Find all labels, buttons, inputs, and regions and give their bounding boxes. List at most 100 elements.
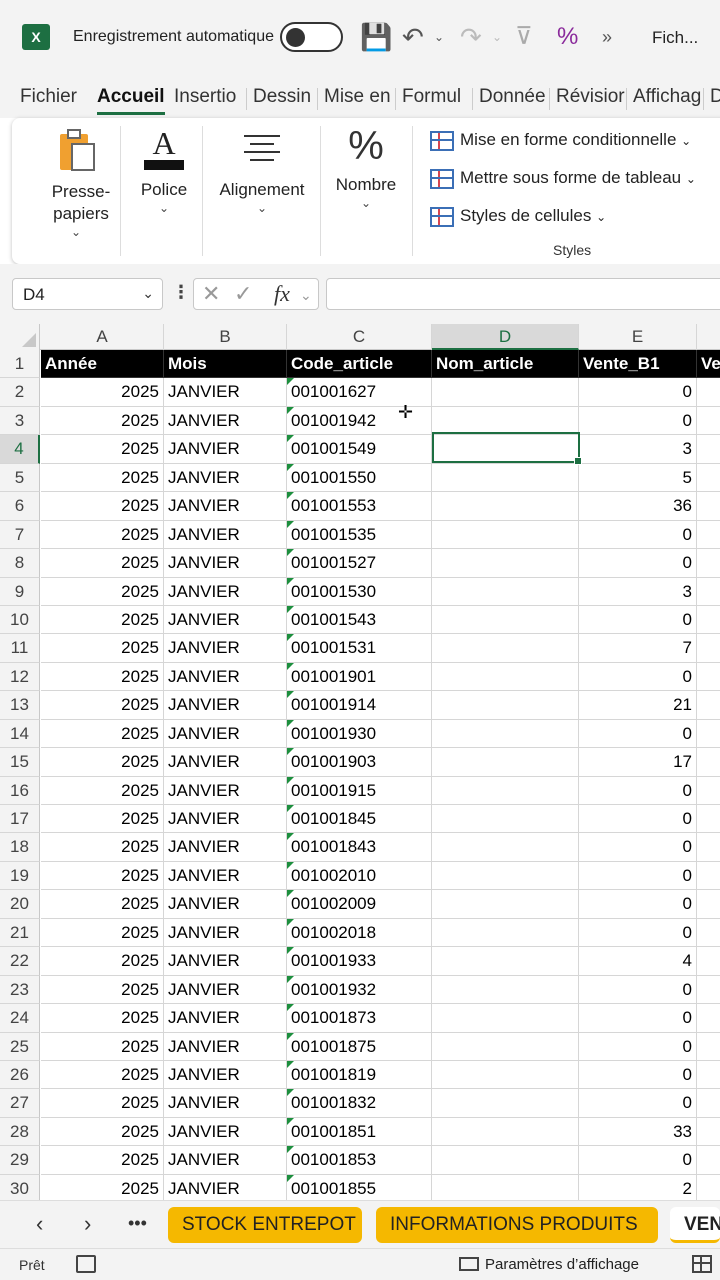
cell-annee[interactable]: 2025 xyxy=(41,577,164,606)
cell-code-article[interactable]: 001001550 xyxy=(287,463,432,493)
chevron-down-icon[interactable]: ⌄ xyxy=(142,285,154,302)
cell-code-article[interactable]: 001001530 xyxy=(287,577,432,606)
cell-next[interactable] xyxy=(697,805,720,834)
cell-nom-article[interactable] xyxy=(432,861,579,891)
cell-mois[interactable]: JANVIER xyxy=(164,1146,287,1175)
cell-annee[interactable]: 2025 xyxy=(41,833,164,862)
enter-icon[interactable]: ✓ xyxy=(234,281,252,307)
tab-mise-en-page[interactable]: Mise en xyxy=(324,86,391,108)
cell-next[interactable] xyxy=(697,578,720,606)
cell-code-article[interactable]: 001001915 xyxy=(287,776,432,806)
cell-vente-b1[interactable]: 0 xyxy=(579,1032,697,1061)
cell-annee[interactable]: 2025 xyxy=(41,776,164,806)
name-box[interactable]: D4 ⌄ xyxy=(12,278,163,310)
cell-nom-article[interactable] xyxy=(432,947,579,976)
cell-nom-article[interactable] xyxy=(432,378,579,407)
cell-vente-b1[interactable]: 0 xyxy=(579,1004,697,1033)
cell-vente-b1[interactable]: 0 xyxy=(579,605,697,635)
row-header[interactable]: 7 xyxy=(0,520,40,550)
cell-nom-article[interactable] xyxy=(432,520,579,550)
insert-function-icon[interactable]: fx xyxy=(274,281,290,307)
worksheet-grid[interactable]: A B C D E 1 Année Mois Code_article Nom_arti… xyxy=(0,324,720,1204)
row-header[interactable]: 25 xyxy=(0,1032,40,1061)
row-header[interactable]: 2 xyxy=(0,378,40,407)
cell-next[interactable] xyxy=(697,1175,720,1204)
cell-mois[interactable]: JANVIER xyxy=(164,833,287,862)
cell-vente-b1[interactable]: 0 xyxy=(579,406,697,436)
cell-code-article[interactable]: 001001553 xyxy=(287,492,432,521)
cell-next[interactable] xyxy=(697,492,720,521)
row-header[interactable]: 11 xyxy=(0,634,40,663)
cell-code-article[interactable]: 001001527 xyxy=(287,549,432,578)
cell-vente-b1[interactable]: 0 xyxy=(579,1089,697,1118)
cell-next[interactable] xyxy=(697,748,720,777)
cell-annee[interactable]: 2025 xyxy=(41,1061,164,1090)
cell-nom-article[interactable] xyxy=(432,435,579,464)
number-group[interactable]: % Nombre ⌄ xyxy=(328,118,404,264)
row-header[interactable]: 1 xyxy=(0,350,40,379)
cell-annee[interactable]: 2025 xyxy=(41,1004,164,1033)
cell-next[interactable] xyxy=(697,833,720,862)
cell-mois[interactable]: JANVIER xyxy=(164,549,287,578)
cell-nom-article[interactable] xyxy=(432,748,579,777)
header-cell-code-article[interactable]: Code_article xyxy=(287,350,432,379)
cell-vente-b1[interactable]: 0 xyxy=(579,776,697,806)
cell-next[interactable] xyxy=(697,464,720,493)
cell-vente-b1[interactable]: 0 xyxy=(579,890,697,919)
accessibility-icon[interactable] xyxy=(76,1255,96,1273)
cell-annee[interactable]: 2025 xyxy=(41,1117,164,1147)
tab-accueil[interactable]: Accueil xyxy=(97,86,165,115)
row-header[interactable]: 21 xyxy=(0,918,40,948)
cell-mois[interactable]: JANVIER xyxy=(164,435,287,464)
autosave-toggle[interactable] xyxy=(280,22,343,52)
cell-mois[interactable]: JANVIER xyxy=(164,691,287,720)
select-all-corner[interactable] xyxy=(0,324,40,350)
cell-mois[interactable]: JANVIER xyxy=(164,577,287,606)
cell-annee[interactable]: 2025 xyxy=(41,975,164,1005)
cell-next[interactable] xyxy=(697,663,720,692)
cell-code-article[interactable]: 001001933 xyxy=(287,947,432,976)
row-header[interactable]: 28 xyxy=(0,1117,40,1147)
cell-annee[interactable]: 2025 xyxy=(41,634,164,663)
column-header-a[interactable]: A xyxy=(41,324,164,350)
cell-next[interactable] xyxy=(697,1061,720,1090)
row-header[interactable]: 6 xyxy=(0,492,40,521)
cell-vente-b1[interactable]: 0 xyxy=(579,833,697,862)
cell-vente-b1[interactable]: 0 xyxy=(579,861,697,891)
more-vertical-icon[interactable]: ⋮ xyxy=(172,282,190,303)
cell-code-article[interactable]: 001001855 xyxy=(287,1174,432,1204)
cell-mois[interactable]: JANVIER xyxy=(164,918,287,948)
tab-dessin[interactable]: Dessin xyxy=(253,86,311,108)
conditional-formatting-button[interactable]: Mise en forme conditionnelle ⌄ xyxy=(430,130,691,151)
header-cell-next[interactable]: Ve xyxy=(697,350,720,379)
cell-code-article[interactable]: 001001535 xyxy=(287,520,432,550)
cell-code-article[interactable]: 001001819 xyxy=(287,1061,432,1090)
cell-annee[interactable]: 2025 xyxy=(41,947,164,976)
cell-mois[interactable]: JANVIER xyxy=(164,947,287,976)
cell-code-article[interactable]: 001001930 xyxy=(287,719,432,749)
cell-next[interactable] xyxy=(697,521,720,550)
cell-annee[interactable]: 2025 xyxy=(41,662,164,692)
cell-nom-article[interactable] xyxy=(432,719,579,749)
row-header[interactable]: 26 xyxy=(0,1061,40,1090)
row-header[interactable]: 5 xyxy=(0,463,40,493)
column-header-c[interactable]: C xyxy=(287,324,432,350)
cell-code-article[interactable]: 001002010 xyxy=(287,861,432,891)
row-header[interactable]: 4 xyxy=(0,435,40,464)
cell-mois[interactable]: JANVIER xyxy=(164,890,287,919)
cell-nom-article[interactable] xyxy=(432,1061,579,1090)
more-commands-icon[interactable]: » xyxy=(602,20,612,54)
cell-mois[interactable]: JANVIER xyxy=(164,975,287,1005)
cell-next[interactable] xyxy=(697,720,720,749)
row-header[interactable]: 29 xyxy=(0,1146,40,1175)
cell-vente-b1[interactable]: 36 xyxy=(579,492,697,521)
cell-vente-b1[interactable]: 0 xyxy=(579,662,697,692)
cell-mois[interactable]: JANVIER xyxy=(164,520,287,550)
file-name[interactable]: Fich... xyxy=(652,28,698,48)
tab-formules[interactable]: Formul xyxy=(402,86,461,108)
cell-vente-b1[interactable]: 2 xyxy=(579,1174,697,1204)
tab-revision[interactable]: Révisior xyxy=(556,86,625,108)
cell-mois[interactable]: JANVIER xyxy=(164,1174,287,1204)
cell-styles-button[interactable]: Styles de cellules ⌄ xyxy=(430,206,606,227)
cell-mois[interactable]: JANVIER xyxy=(164,748,287,777)
